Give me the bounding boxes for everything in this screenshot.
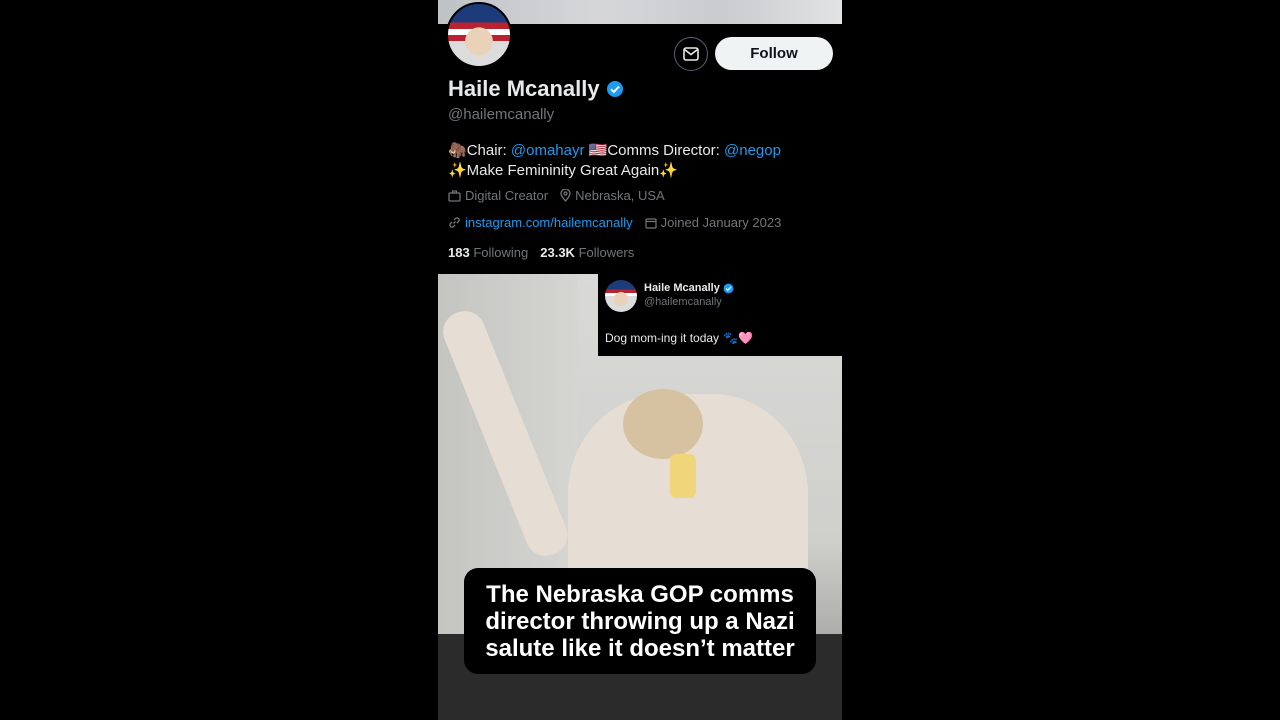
location-pin-icon [560, 189, 571, 202]
tweet-text: Dog mom-ing it today 🐾🩷 [605, 331, 753, 345]
tweet-emoji: 🐾🩷 [723, 331, 753, 345]
profile-bio: 🦣Chair: @omahayr 🇺🇸Comms Director: @nego… [448, 141, 838, 181]
verified-badge-icon [606, 81, 623, 97]
category-item: Digital Creator [448, 188, 548, 203]
flag-emoji: 🇺🇸 [588, 142, 608, 159]
profile-avatar[interactable] [446, 2, 512, 68]
bio-line-2: ✨Make Femininity Great Again✨ [448, 162, 678, 179]
tweet-avatar[interactable] [605, 280, 637, 312]
name-row: Haile Mcanally [448, 76, 624, 102]
link-icon [449, 217, 460, 228]
photo-phone [670, 454, 696, 498]
tweet-author-handle: @hailemcanally [644, 296, 722, 308]
following-label: Following [473, 245, 529, 260]
website-link[interactable]: instagram.com/hailemcanally [465, 215, 633, 230]
followers-label: Followers [578, 245, 635, 260]
tweet-card[interactable]: Haile Mcanally @hailemcanally Dog mom-in… [598, 274, 842, 356]
display-name: Haile Mcanally [448, 76, 600, 101]
tweet-author-name: Haile Mcanally [644, 282, 720, 294]
video-caption: The Nebraska GOP comms director throwing… [464, 568, 816, 674]
briefcase-icon [448, 189, 461, 202]
mention-omahayr[interactable]: @omahayr [511, 142, 585, 159]
followers-stat[interactable]: 23.3K Followers [540, 245, 634, 260]
category-label: Digital Creator [465, 188, 549, 203]
profile-meta-row-2: instagram.com/hailemcanally Joined Janua… [448, 215, 781, 230]
calendar-icon [645, 217, 657, 229]
location-label: Nebraska, USA [575, 188, 665, 203]
joined-item: Joined January 2023 [645, 215, 782, 230]
joined-label: Joined January 2023 [660, 215, 782, 230]
follow-stats: 183 Following 23.3K Followers [448, 245, 634, 260]
location-item: Nebraska, USA [560, 188, 665, 203]
bio-chair-label: Chair: [466, 142, 511, 159]
profile-meta-row-1: Digital Creator Nebraska, USA [448, 188, 665, 203]
photo-hair [623, 389, 703, 459]
follow-button[interactable]: Follow [715, 37, 833, 70]
followers-count: 23.3K [540, 245, 575, 260]
verified-badge-icon [723, 283, 734, 293]
following-count: 183 [448, 245, 470, 260]
bio-line-1: 🦣Chair: @omahayr 🇺🇸Comms Director: @nego… [448, 141, 838, 161]
mail-icon [683, 47, 699, 61]
mention-negop[interactable]: @negop [724, 142, 781, 159]
website-item[interactable]: instagram.com/hailemcanally [448, 215, 633, 230]
tweet-name-row: Haile Mcanally [644, 282, 734, 294]
mammoth-emoji: 🦣 [448, 142, 467, 159]
message-button[interactable] [674, 37, 708, 71]
following-stat[interactable]: 183 Following [448, 245, 528, 260]
profile-handle: @hailemcanally [448, 106, 555, 123]
tweet-text-body: Dog mom-ing it today [605, 331, 720, 345]
bio-comms-label: Comms Director: [607, 142, 725, 159]
